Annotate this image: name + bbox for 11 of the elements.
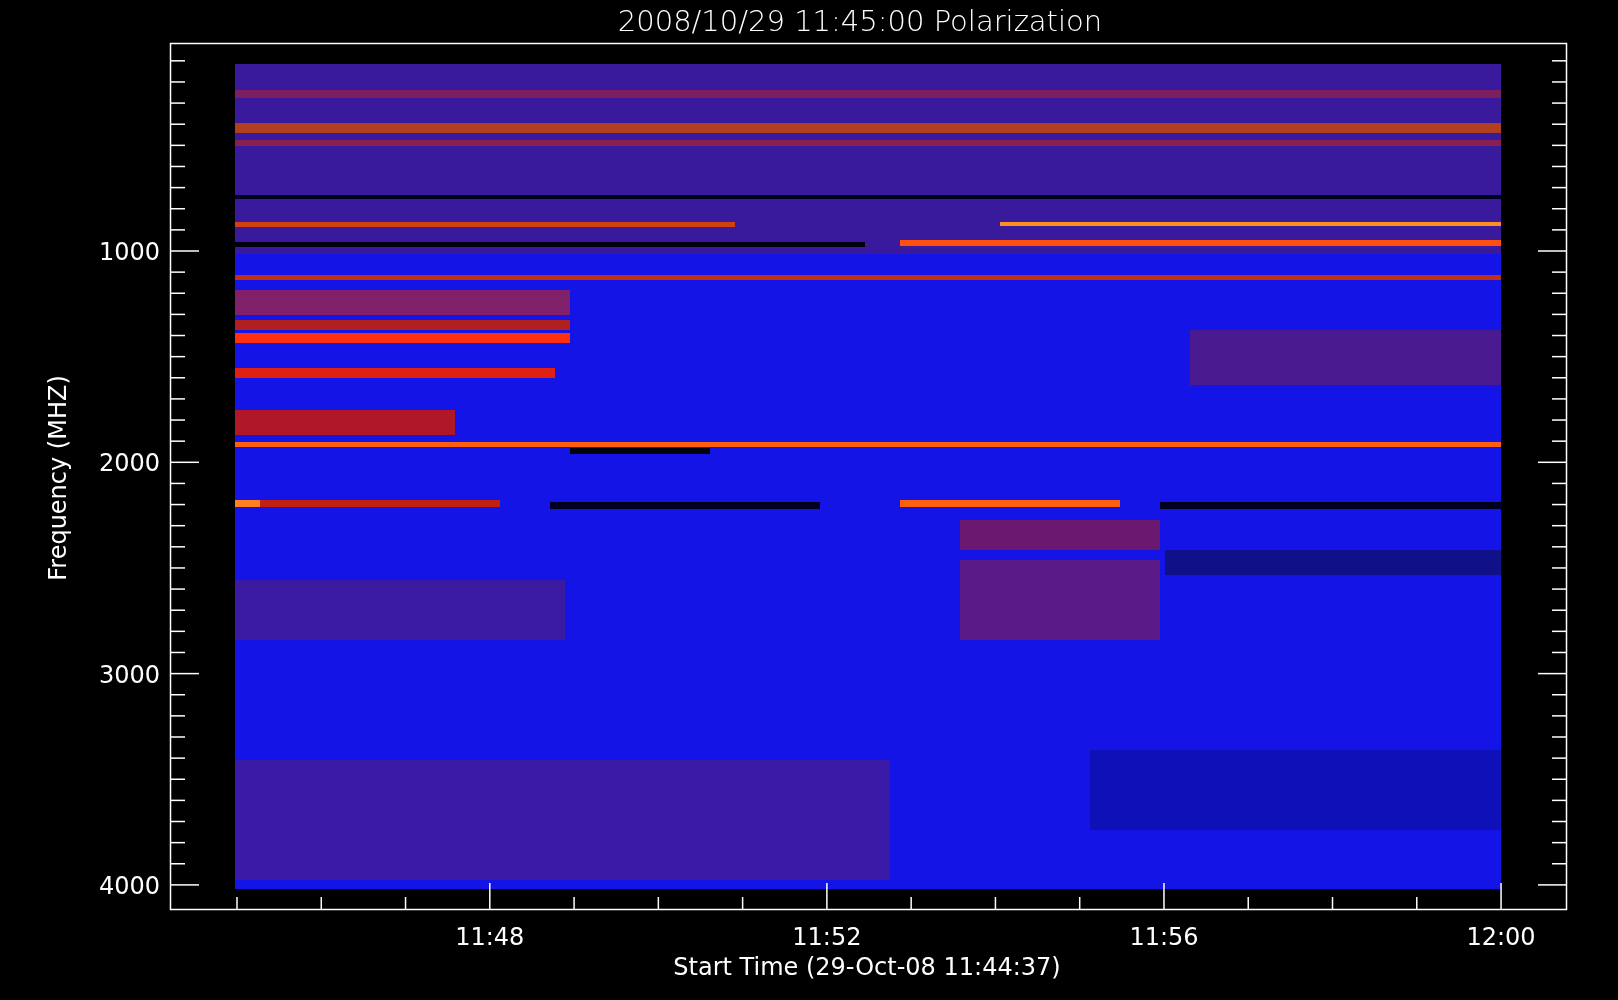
y-tick-label: 1000 xyxy=(98,238,160,266)
x-tick-label: 12:00 xyxy=(1466,923,1536,951)
x-tick-label: 11:52 xyxy=(792,923,862,951)
y-axis-label: Frequency (MHZ) xyxy=(44,375,72,581)
plot-title: 2008/10/29 11:45:00 Polarization xyxy=(617,4,1103,38)
x-tick-label: 11:48 xyxy=(455,923,525,951)
y-tick-label: 3000 xyxy=(98,660,160,689)
y-tick-label: 2000 xyxy=(98,449,160,478)
x-axis-label: Start Time (29-Oct-08 11:44:37) xyxy=(673,953,1061,981)
x-tick-label: 11:56 xyxy=(1129,923,1199,951)
y-tick-label: 4000 xyxy=(98,871,160,900)
